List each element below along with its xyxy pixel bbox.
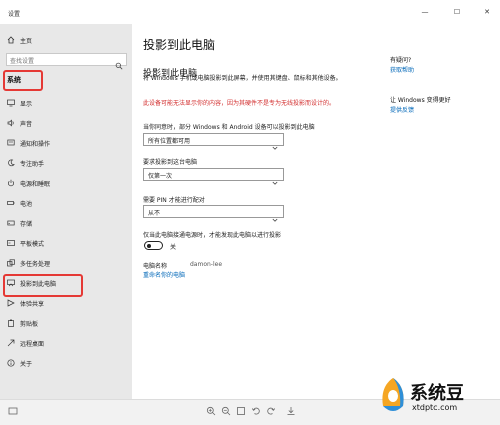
- main-content: 投影到此电脑 投影到此电脑 将 Windows 手机或电脑投影到此屏幕，并使用其…: [132, 24, 500, 399]
- sidebar-item-label: 多任务处理: [20, 261, 51, 268]
- home-icon: [7, 36, 15, 44]
- setting-pin-label: 需要 PIN 才能进行配对: [143, 197, 205, 204]
- sidebar-item-label: 电池: [20, 201, 33, 208]
- thumbnail-icon[interactable]: [8, 406, 18, 416]
- sidebar-item-power-sleep[interactable]: 电源和睡眠: [0, 175, 132, 193]
- rename-pc-link[interactable]: 重命名你的电脑: [143, 270, 185, 279]
- share-icon: [7, 299, 15, 307]
- setting-ask-label: 要求投影到这台电脑: [143, 159, 198, 166]
- ask-to-project-dropdown[interactable]: 仅第一次: [143, 168, 284, 185]
- chevron-down-icon: [272, 136, 278, 150]
- moon-icon: [7, 159, 15, 167]
- sidebar-item-storage[interactable]: 存储: [0, 215, 132, 233]
- sidebar-item-label: 体验共享: [20, 301, 45, 308]
- search-input[interactable]: 查找设置: [6, 53, 127, 70]
- sidebar-item-label: 平板模式: [20, 241, 45, 248]
- sidebar-item-home[interactable]: 主页: [0, 32, 132, 50]
- sidebar-item-notifications[interactable]: 通知和操作: [0, 135, 132, 153]
- power-icon: [7, 179, 15, 187]
- chevron-down-icon: [272, 208, 278, 222]
- sidebar-item-focus-assist[interactable]: 专注助手: [0, 155, 132, 173]
- sidebar-item-clipboard[interactable]: 剪贴板: [0, 315, 132, 333]
- monitor-icon: [7, 99, 15, 107]
- watermark-url: xtdptc.com: [412, 403, 458, 412]
- zoom-in-icon[interactable]: [206, 406, 216, 416]
- remote-desktop-icon: [7, 339, 15, 347]
- maximize-button[interactable]: ☐: [453, 8, 461, 16]
- battery-icon: [7, 199, 15, 207]
- toggle-state-label: 关: [170, 244, 177, 251]
- sidebar-item-label: 存储: [20, 221, 33, 228]
- sidebar-item-label: 显示: [20, 101, 33, 108]
- sidebar-item-display[interactable]: 显示: [0, 95, 132, 113]
- sidebar-item-label: 电源和睡眠: [20, 181, 51, 188]
- sidebar-item-shared-experiences[interactable]: 体验共享: [0, 295, 132, 313]
- storage-icon: [7, 219, 15, 227]
- tablet-icon: [7, 239, 15, 247]
- description-text: 将 Windows 手机或电脑投影到此屏幕，并使用其键盘、鼠标和其他设备。: [143, 75, 342, 82]
- help-question: 有疑问?: [390, 57, 412, 64]
- sidebar-item-label: 关于: [20, 361, 33, 368]
- page-title: 投影到此电脑: [143, 38, 216, 52]
- availability-dropdown[interactable]: 所有位置都可用: [143, 133, 284, 150]
- rotate-right-icon[interactable]: [266, 406, 276, 416]
- dropdown-value: 仅第一次: [148, 173, 173, 180]
- window-title: 设置: [8, 11, 21, 18]
- title-bar: 设置 — ☐ ✕: [0, 0, 500, 24]
- sidebar-item-sound[interactable]: 声音: [0, 115, 132, 133]
- highlight-box-system: [3, 70, 43, 91]
- notification-icon: [7, 139, 15, 147]
- pc-name-value: damon-lee: [190, 261, 223, 268]
- minimize-button[interactable]: —: [421, 8, 429, 16]
- get-help-link[interactable]: 获取帮助: [390, 65, 414, 74]
- multitask-icon: [7, 259, 15, 267]
- sidebar-item-battery[interactable]: 电池: [0, 195, 132, 213]
- speaker-icon: [7, 119, 15, 127]
- sidebar-item-label: 剪贴板: [20, 321, 39, 328]
- close-button[interactable]: ✕: [483, 8, 491, 16]
- sidebar-item-label: 通知和操作: [20, 141, 51, 148]
- info-icon: [7, 359, 15, 367]
- sidebar-item-label: 声音: [20, 121, 33, 128]
- feedback-question: 让 Windows 变得更好: [390, 97, 451, 104]
- site-watermark: 系统豆 xtdptc.com: [376, 372, 500, 422]
- warning-text: 此设备可能无法显示你的内容，因为其硬件不是专为无线投影而设计的。: [143, 100, 336, 107]
- sidebar-item-tablet-mode[interactable]: 平板模式: [0, 235, 132, 253]
- search-placeholder: 查找设置: [10, 58, 35, 65]
- dropdown-value: 从不: [148, 210, 161, 217]
- pin-required-dropdown[interactable]: 从不: [143, 205, 284, 222]
- sidebar-item-multitasking[interactable]: 多任务处理: [0, 255, 132, 273]
- rotate-left-icon[interactable]: [251, 406, 261, 416]
- sidebar-item-label: 远程桌面: [20, 341, 45, 348]
- sidebar-item-label: 主页: [20, 38, 33, 45]
- download-icon[interactable]: [286, 406, 296, 416]
- highlight-box-project: [3, 274, 83, 297]
- toggle-knob: [147, 243, 151, 248]
- search-icon: [115, 55, 123, 70]
- sidebar-item-label: 专注助手: [20, 161, 45, 168]
- clipboard-icon: [7, 319, 15, 327]
- give-feedback-link[interactable]: 提供反馈: [390, 105, 414, 114]
- pc-name-label: 电脑名称: [143, 263, 168, 270]
- sidebar-item-remote-desktop[interactable]: 远程桌面: [0, 335, 132, 353]
- site-logo-icon: [382, 378, 404, 411]
- setting-availability-label: 当你同意时，部分 Windows 和 Android 设备可以投影到此电脑: [143, 124, 315, 131]
- setting-power-label: 仅当此电脑接通电源时，才能发现此电脑以进行投影: [143, 232, 282, 239]
- watermark-name: 系统豆: [410, 383, 464, 404]
- dropdown-value: 所有位置都可用: [148, 138, 191, 145]
- power-only-toggle[interactable]: [144, 241, 163, 250]
- chevron-down-icon: [272, 171, 278, 185]
- sidebar-item-about[interactable]: 关于: [0, 355, 132, 373]
- settings-window: 设置 — ☐ ✕ 主页 查找设置 系统 显示 声音 通知和操作 专注助手 电源和…: [0, 0, 500, 425]
- zoom-out-icon[interactable]: [221, 406, 231, 416]
- fit-screen-icon[interactable]: [236, 406, 246, 416]
